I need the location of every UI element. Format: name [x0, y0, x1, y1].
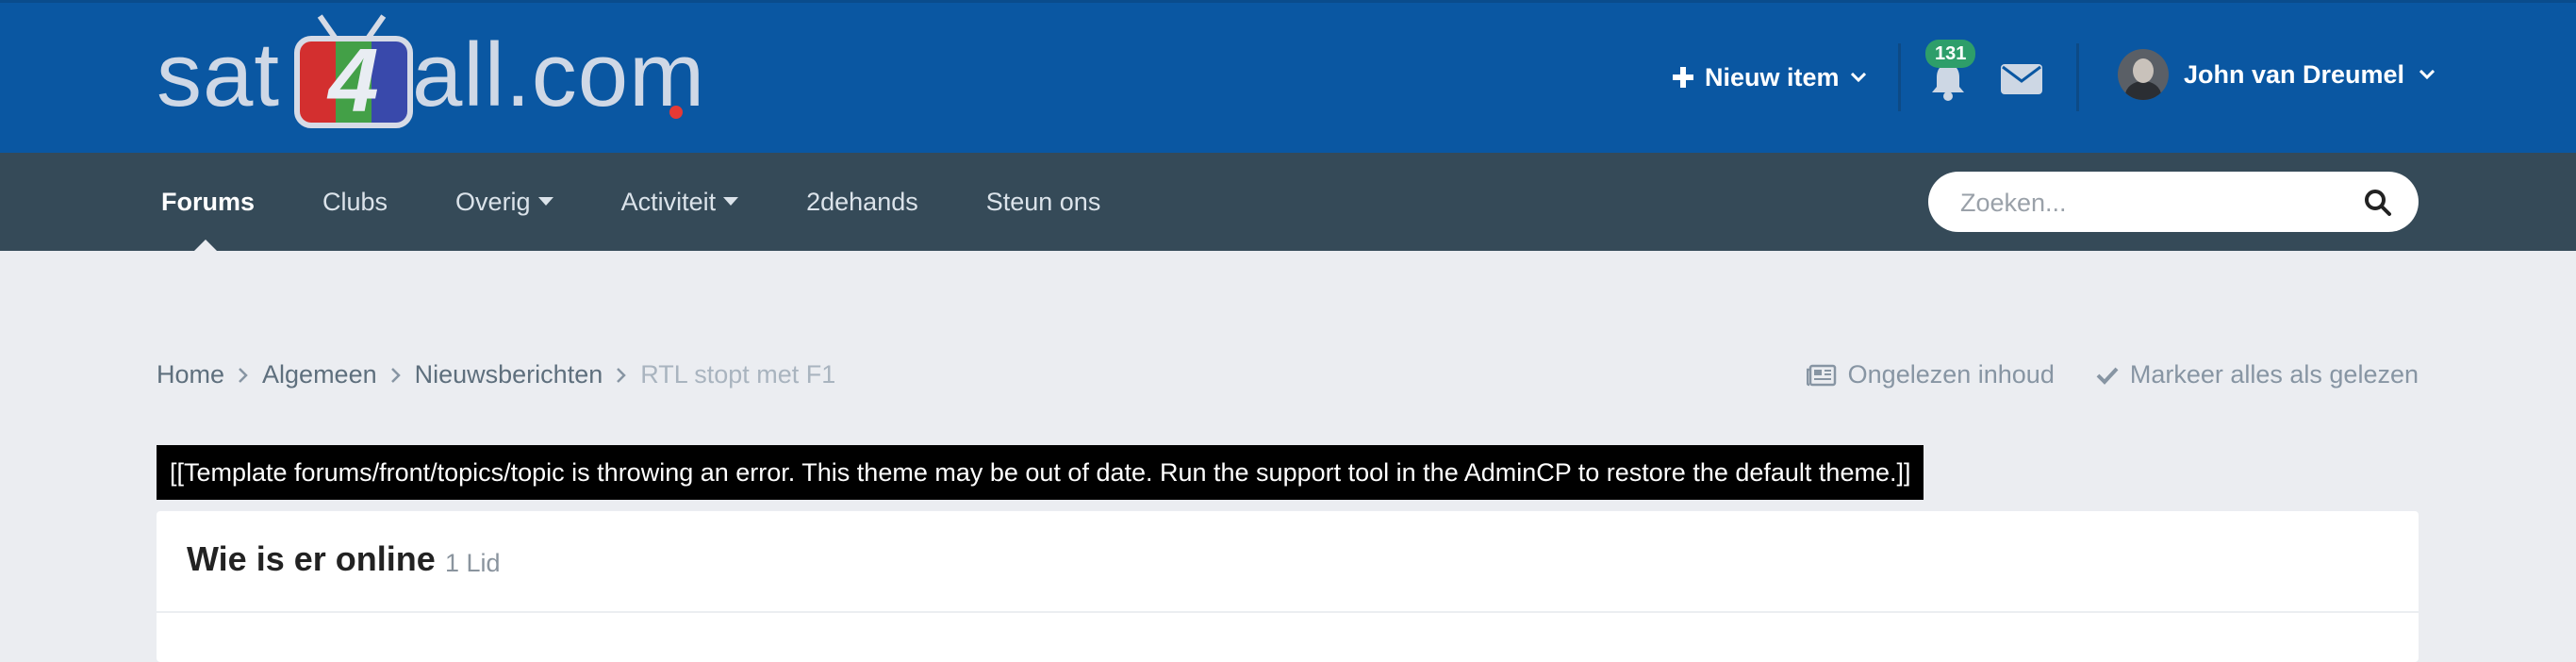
template-error-message: [[Template forums/front/topics/topic is … [157, 445, 1924, 500]
new-item-button[interactable]: Nieuw item [1673, 57, 1866, 98]
caret-down-icon [723, 197, 739, 206]
chevron-right-icon [390, 367, 401, 383]
breadcrumb-item-nieuwsberichten[interactable]: Nieuwsberichten [415, 360, 603, 389]
search-box [1928, 172, 2419, 234]
nav-item-label: Forums [161, 187, 256, 216]
site-logo[interactable]: sat 4 all.com [157, 13, 732, 128]
avatar [2118, 49, 2169, 100]
page-actions: Ongelezen inhoud Markeer alles als gelez… [1806, 360, 2419, 389]
logo-text-right: all.com [412, 25, 706, 125]
nav-item-label: Activiteit [620, 187, 717, 216]
panel-title: Wie is er online [187, 539, 436, 578]
chevron-right-icon [239, 367, 248, 383]
logo-tv-char: 4 [328, 36, 379, 128]
caret-down-icon [1850, 73, 1866, 82]
nav-item-label: 2dehands [806, 187, 918, 216]
nav-item-label: Clubs [322, 187, 388, 216]
unread-content-link[interactable]: Ongelezen inhoud [1806, 360, 2055, 389]
nav-item-steun-ons[interactable]: Steun ons [986, 188, 1101, 217]
user-name: John van Dreumel [2184, 59, 2405, 89]
unread-content-label: Ongelezen inhoud [1847, 360, 2055, 389]
breadcrumb-item-home[interactable]: Home [157, 360, 224, 389]
new-item-label: Nieuw item [1705, 62, 1840, 91]
site-header: sat 4 all.com Nieuw item 131 John van Dr… [0, 0, 2576, 153]
who-is-online-panel: Wie is er online 1 Lid [157, 511, 2419, 662]
search-input[interactable] [1958, 172, 2339, 234]
breadcrumb-item-algemeen[interactable]: Algemeen [262, 360, 377, 389]
header-top-line [0, 0, 2576, 3]
caret-down-icon [537, 197, 553, 206]
newspaper-icon [1806, 364, 1836, 386]
nav-item-2dehands[interactable]: 2dehands [806, 188, 918, 217]
caret-down-icon [2419, 70, 2436, 79]
check-icon [2096, 367, 2119, 385]
breadcrumb: Home Algemeen Nieuwsberichten RTL stopt … [157, 360, 835, 389]
logo-tv-icon: 4 [294, 36, 413, 128]
notifications-badge: 131 [1925, 40, 1976, 68]
breadcrumb-label: Home [157, 360, 225, 389]
breadcrumb-current: RTL stopt met F1 [640, 360, 836, 389]
header-separator [1898, 43, 1901, 111]
breadcrumb-label: Nieuwsberichten [414, 360, 603, 389]
chevron-right-icon [617, 367, 627, 383]
user-menu[interactable]: John van Dreumel [2118, 49, 2436, 100]
breadcrumb-label: Algemeen [262, 360, 377, 389]
envelope-icon[interactable] [2001, 64, 2042, 94]
mark-all-read-label: Markeer alles als gelezen [2129, 360, 2419, 389]
nav-item-activiteit[interactable]: Activiteit [621, 188, 739, 217]
nav-item-clubs[interactable]: Clubs [322, 188, 388, 217]
search-icon[interactable] [2364, 189, 2392, 217]
panel-header: Wie is er online 1 Lid [157, 511, 2419, 613]
mark-all-read-link[interactable]: Markeer alles als gelezen [2096, 360, 2419, 389]
logo-text-left: sat [157, 25, 281, 125]
logo-red-dot [669, 106, 683, 119]
nav-item-forums[interactable]: Forums [161, 188, 255, 217]
nav-item-overig[interactable]: Overig [455, 188, 553, 217]
nav-item-label: Steun ons [985, 187, 1101, 216]
active-nav-pointer [194, 240, 217, 251]
header-separator-2 [2076, 43, 2079, 111]
plus-icon [1673, 67, 1693, 88]
online-count: 1 Lid [445, 549, 501, 577]
nav-item-label: Overig [455, 187, 531, 216]
